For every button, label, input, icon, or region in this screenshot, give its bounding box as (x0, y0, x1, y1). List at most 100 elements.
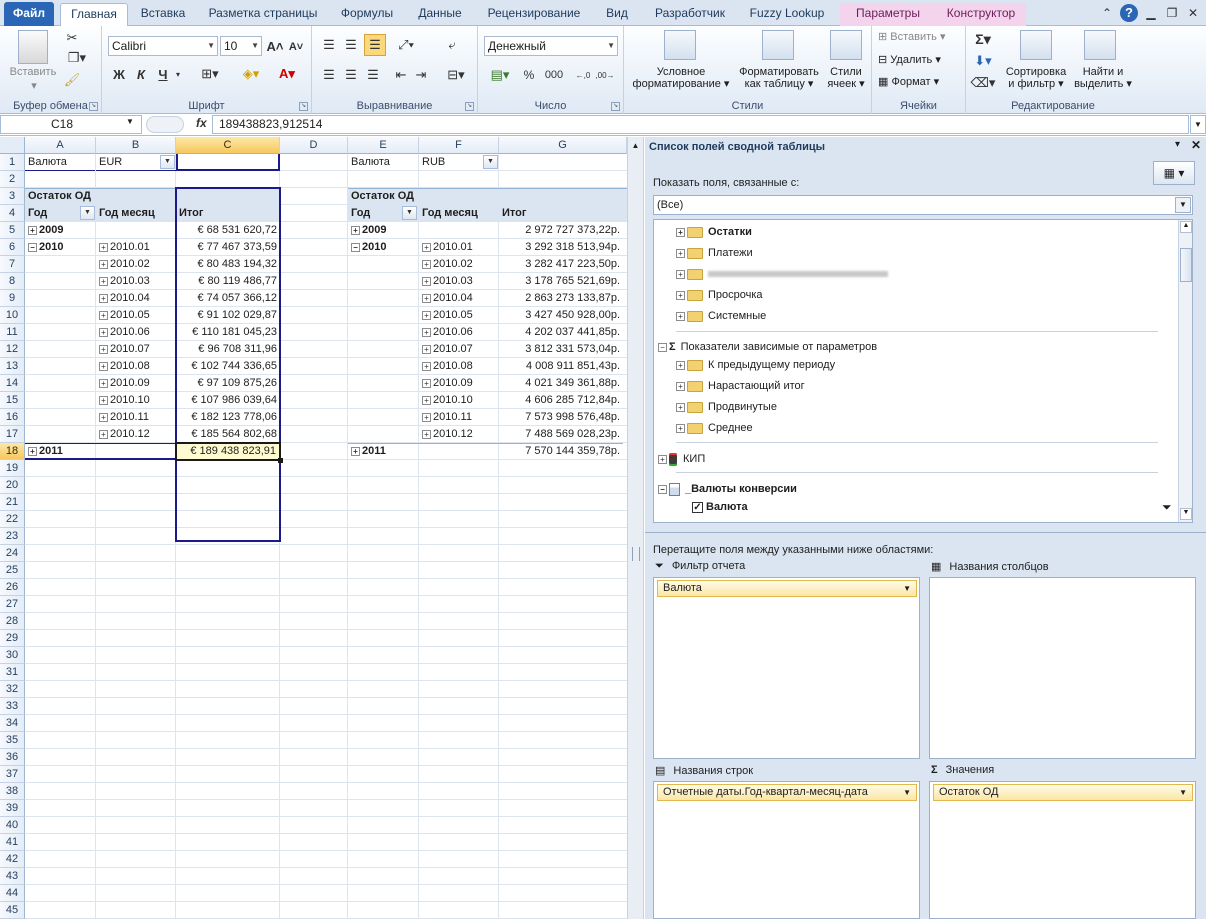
copy-icon[interactable]: ❐▾ (64, 50, 90, 66)
expand-icon[interactable]: + (422, 242, 431, 252)
row-header-44[interactable]: 44 (0, 885, 25, 902)
column-header-g[interactable]: G (499, 137, 627, 154)
field-cumulative[interactable]: + Нарастающий итог (676, 379, 805, 393)
row-header-27[interactable]: 27 (0, 596, 25, 613)
column-header-a[interactable]: A (25, 137, 96, 154)
align-center-icon[interactable]: ☰ (342, 66, 360, 84)
tab-data[interactable]: Данные (410, 3, 470, 26)
align-top-icon[interactable]: ☰ (320, 36, 338, 54)
row-header-43[interactable]: 43 (0, 868, 25, 885)
expand-icon[interactable]: + (676, 423, 685, 433)
sort-filter-button[interactable]: Сортировка и фильтр ▾ (1002, 66, 1070, 90)
rightrows-month[interactable]: +2010.07 (419, 341, 499, 358)
rows-chip[interactable]: Отчетные даты.Год-квартал-месяц-дата ▼ (657, 784, 917, 801)
expand-icon[interactable]: + (422, 310, 431, 320)
name-box-dropdown-icon[interactable]: ▼ (126, 117, 134, 126)
help-icon[interactable]: ? (1120, 4, 1138, 22)
column-header-c[interactable]: C (176, 137, 280, 154)
field-prosrochka[interactable]: + Просрочка (676, 288, 763, 302)
cell-styles-icon[interactable] (830, 30, 862, 60)
rightrows-value[interactable]: 4 606 285 712,84р. (499, 392, 623, 409)
field-redacted[interactable]: + (676, 267, 888, 281)
pane-close-icon[interactable]: ✕ (1191, 138, 1201, 152)
font-color-icon[interactable]: A▾ (272, 64, 302, 84)
row-header-8[interactable]: 8 (0, 273, 25, 290)
expand-icon[interactable]: + (676, 402, 685, 412)
expand-icon[interactable]: + (422, 429, 431, 439)
field-kip[interactable]: + КИП (658, 452, 705, 466)
row-header-21[interactable]: 21 (0, 494, 25, 511)
row-header-32[interactable]: 32 (0, 681, 25, 698)
expand-icon[interactable]: + (99, 259, 108, 269)
merge-center-icon[interactable]: ⊟▾ (442, 66, 470, 84)
tab-formulas[interactable]: Формулы (332, 3, 402, 26)
conditional-format-icon[interactable] (664, 30, 696, 60)
tab-options[interactable]: Параметры (840, 3, 936, 26)
row-header-9[interactable]: 9 (0, 290, 25, 307)
row-header-28[interactable]: 28 (0, 613, 25, 630)
leftrows-month[interactable]: +2010.06 (96, 324, 176, 341)
paste-dropdown-icon[interactable]: ▾ (24, 80, 44, 92)
scroll-up-icon[interactable]: ▲ (631, 141, 640, 151)
sort-filter-icon[interactable] (1020, 30, 1052, 60)
row-header-42[interactable]: 42 (0, 851, 25, 868)
row-header-24[interactable]: 24 (0, 545, 25, 562)
expand-icon[interactable]: + (422, 412, 431, 422)
row-header-4[interactable]: 4 (0, 205, 25, 222)
row-header-35[interactable]: 35 (0, 732, 25, 749)
rightrows-value[interactable]: 3 812 331 573,04р. (499, 341, 623, 358)
row-header-12[interactable]: 12 (0, 341, 25, 358)
rightrows-value[interactable]: 3 292 318 513,94р. (499, 239, 623, 256)
rightrows-year[interactable]: −2010 (348, 239, 419, 256)
cell-styles-button[interactable]: Стили ячеек ▾ (824, 66, 868, 90)
rightrows-value[interactable]: 2 972 727 373,22р. (499, 222, 623, 239)
column-header-f[interactable]: F (419, 137, 499, 154)
tab-insert[interactable]: Вставка (134, 3, 192, 26)
expand-icon[interactable]: + (351, 225, 360, 235)
row-header-18[interactable]: 18 (0, 443, 25, 460)
field-prev-period[interactable]: + К предыдущему периоду (676, 358, 835, 372)
window-minimize-icon[interactable]: ▁ (1142, 4, 1160, 22)
paste-icon[interactable] (18, 30, 48, 64)
rightrows-value[interactable]: 4 008 911 851,43р. (499, 358, 623, 375)
expand-icon[interactable]: + (99, 378, 108, 388)
row-header-29[interactable]: 29 (0, 630, 25, 647)
rightrows-value[interactable]: 4 202 037 441,85р. (499, 324, 623, 341)
row-header-16[interactable]: 16 (0, 409, 25, 426)
increase-font-icon[interactable]: A˄ (266, 36, 284, 56)
field-average[interactable]: + Среднее (676, 421, 753, 435)
leftrows-month[interactable]: +2010.08 (96, 358, 176, 375)
expand-icon[interactable]: + (676, 269, 685, 279)
row-header-17[interactable]: 17 (0, 426, 25, 443)
borders-icon[interactable]: ⊞▾ (196, 64, 224, 84)
rightrows-value[interactable]: 2 863 273 133,87р. (499, 290, 623, 307)
row-header-3[interactable]: 3 (0, 188, 25, 205)
row-header-19[interactable]: 19 (0, 460, 25, 477)
row-header-2[interactable]: 2 (0, 171, 25, 188)
field-valyuta[interactable]: ✓ Валюта (692, 500, 748, 514)
format-painter-icon[interactable]: 🖌 (64, 72, 81, 88)
zone-columns[interactable] (929, 577, 1196, 759)
row-header-33[interactable]: 33 (0, 698, 25, 715)
rightrows-month[interactable]: +2010.02 (419, 256, 499, 273)
scroll-down-icon[interactable]: ▼ (1180, 508, 1192, 520)
expand-icon[interactable]: + (99, 310, 108, 320)
window-close-icon[interactable]: ✕ (1184, 4, 1202, 22)
expand-icon[interactable]: + (99, 395, 108, 405)
leftrows-year[interactable]: +2009 (25, 222, 96, 239)
paste-button[interactable]: Вставить (4, 66, 62, 78)
row-header-36[interactable]: 36 (0, 749, 25, 766)
left-filter-funnel-icon[interactable]: ▼ (160, 155, 175, 169)
field-advanced[interactable]: + Продвинутые (676, 400, 777, 414)
rightrows-month[interactable]: +2010.01 (419, 239, 499, 256)
align-middle-icon[interactable]: ☰ (342, 36, 360, 54)
rightrows-month[interactable]: +2010.03 (419, 273, 499, 290)
rightrows-month[interactable]: +2010.06 (419, 324, 499, 341)
percent-button[interactable]: % (520, 66, 538, 84)
left-year-filter-icon[interactable]: ▼ (80, 206, 95, 220)
format-table-button[interactable]: Форматировать как таблицу ▾ (732, 66, 826, 90)
field-ostatki[interactable]: + Остатки (676, 225, 752, 239)
leftrows-month[interactable]: +2010.11 (96, 409, 176, 426)
tab-review[interactable]: Рецензирование (478, 3, 590, 26)
tab-view[interactable]: Вид (598, 3, 636, 26)
